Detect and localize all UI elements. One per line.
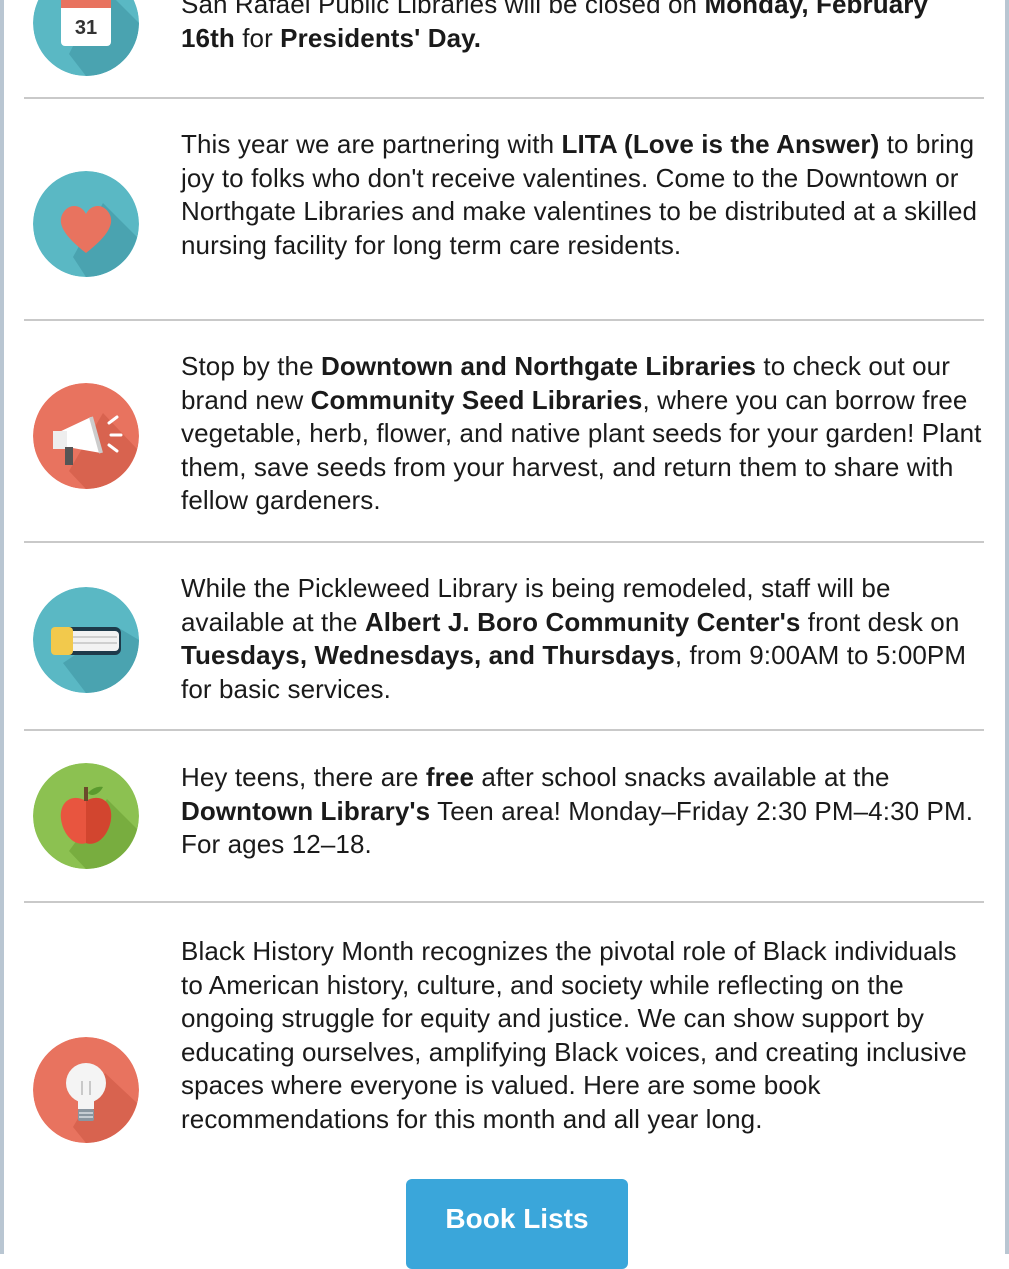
news-item-teen-snacks: Hey teens, there are free after school s…	[24, 731, 984, 903]
calendar-day-number: 31	[75, 17, 97, 39]
news-item-valentines: This year we are partnering with LITA (L…	[24, 99, 984, 321]
news-item-text: While the Pickleweed Library is being re…	[181, 572, 984, 706]
page-frame-right	[1005, 0, 1009, 1254]
text-run: Stop by the	[181, 351, 321, 381]
news-list: 31 San Rafael Public Libraries will be c…	[24, 0, 984, 1263]
text-emphasis: Tuesdays, Wednesdays, and Thursdays	[181, 640, 675, 671]
text-run: Black History Month recognizes the pivot…	[181, 936, 967, 1134]
page-frame-left	[0, 0, 4, 1254]
news-item-text: San Rafael Public Libraries will be clos…	[181, 0, 984, 55]
calendar-icon: 31	[33, 0, 139, 76]
text-run: after school snacks available at the	[474, 762, 890, 792]
news-item-pickleweed: While the Pickleweed Library is being re…	[24, 543, 984, 731]
text-run: Hey teens, there are	[181, 762, 426, 792]
book-lists-button[interactable]: Book Lists	[406, 1179, 628, 1269]
text-emphasis: LITA (Love is the Answer)	[561, 129, 880, 159]
news-item-presidents-day: 31 San Rafael Public Libraries will be c…	[24, 0, 984, 99]
heart-icon	[33, 171, 139, 277]
text-emphasis: Albert J. Boro Community Center's	[364, 606, 801, 637]
text-emphasis: free	[425, 762, 475, 792]
megaphone-icon	[33, 383, 139, 489]
apple-icon	[33, 763, 139, 869]
news-item-text: This year we are partnering with LITA (L…	[181, 128, 984, 262]
text-emphasis: Presidents' Day.	[280, 22, 482, 53]
news-item-text: Hey teens, there are free after school s…	[181, 761, 984, 862]
text-emphasis: Downtown Library's	[181, 795, 431, 826]
text-run: for	[234, 22, 281, 53]
news-item-text: Stop by the Downtown and Northgate Libra…	[181, 350, 984, 518]
text-emphasis: Community Seed Libraries	[310, 384, 643, 415]
text-run: San Rafael Public Libraries will be clos…	[181, 0, 705, 19]
lightbulb-icon	[33, 1037, 139, 1143]
news-item-text: Black History Month recognizes the pivot…	[181, 935, 974, 1137]
text-run: This year we are partnering with	[181, 129, 562, 159]
text-emphasis: Downtown and Northgate Libraries	[320, 351, 757, 381]
news-item-seed-libraries: Stop by the Downtown and Northgate Libra…	[24, 321, 984, 543]
book-icon	[33, 587, 139, 693]
text-run: front desk on	[800, 606, 960, 637]
